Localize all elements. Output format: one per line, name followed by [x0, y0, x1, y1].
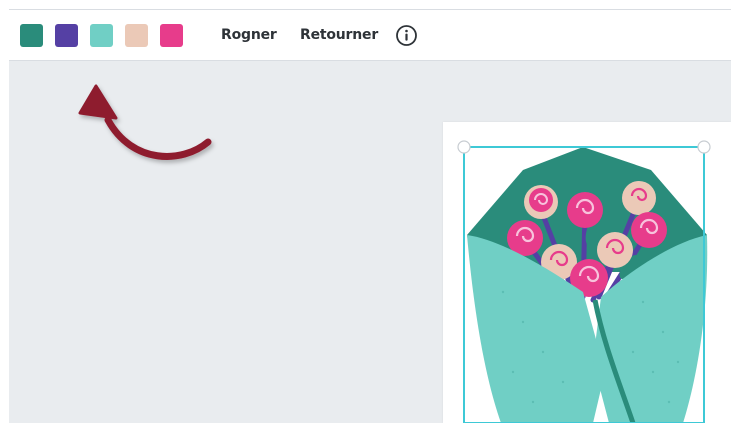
flower-bouquet-illustration[interactable]: [443, 122, 731, 423]
crop-button[interactable]: Rogner: [221, 22, 277, 48]
resize-handle-top-left[interactable]: [457, 140, 471, 154]
color-swatch-5[interactable]: [160, 24, 183, 47]
window-frame-top: [0, 0, 731, 9]
color-swatch-4[interactable]: [125, 24, 148, 47]
editor-toolbar: Rogner Retourner: [9, 9, 731, 61]
color-swatch-1[interactable]: [20, 24, 43, 47]
curved-arrow-icon: [70, 78, 220, 178]
color-swatch-3[interactable]: [90, 24, 113, 47]
resize-handle-top-right[interactable]: [697, 140, 711, 154]
color-swatch-2[interactable]: [55, 24, 78, 47]
info-icon[interactable]: [395, 24, 418, 47]
flip-button[interactable]: Retourner: [300, 22, 378, 48]
window-frame-left: [0, 9, 9, 423]
design-page[interactable]: [443, 122, 731, 423]
